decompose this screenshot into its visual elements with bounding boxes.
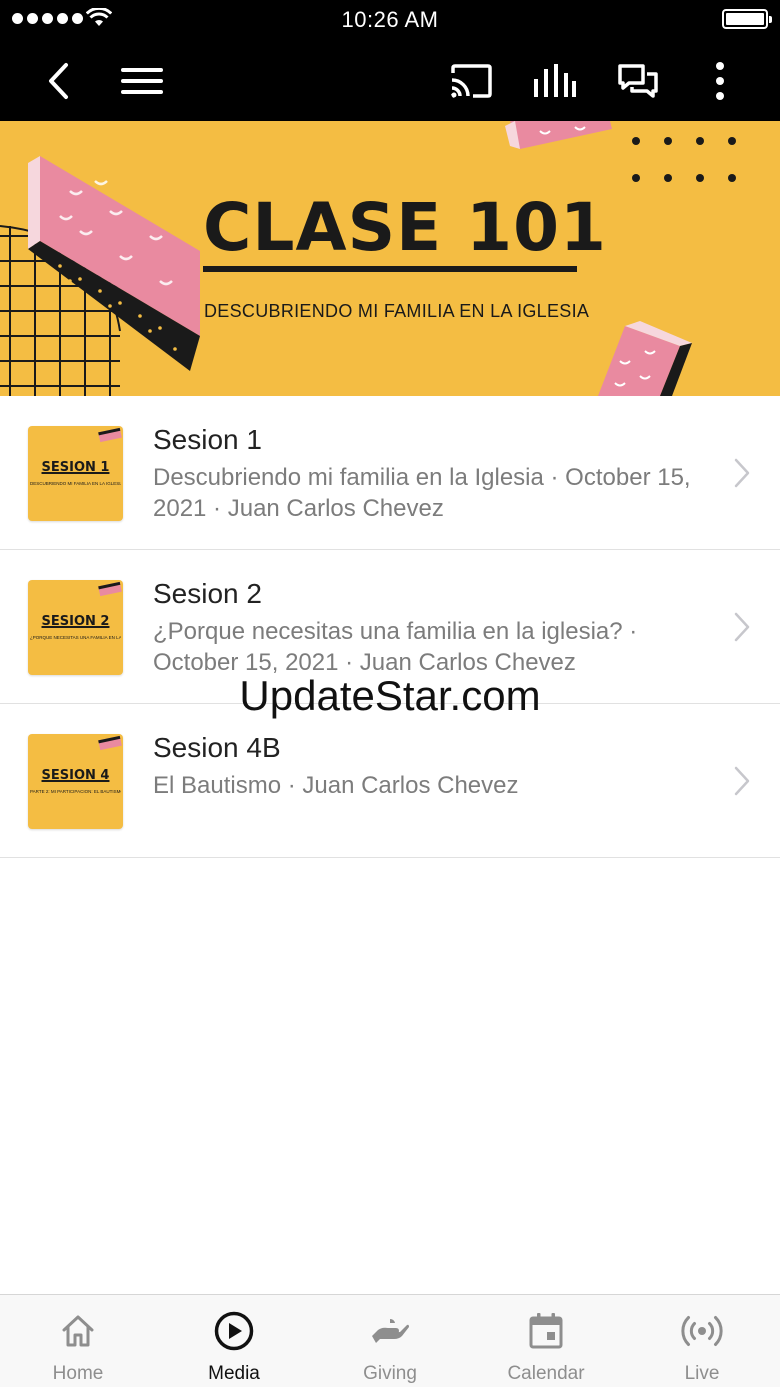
media-thumbnail: SESION 4 PARTE 2: MI PARTICIPACION: EL B… <box>28 734 123 829</box>
back-button[interactable] <box>28 40 88 121</box>
calendar-icon <box>524 1309 568 1353</box>
banner-title-underline <box>203 266 577 272</box>
item-meta: Descubriendo mi familia en la Iglesia · … <box>153 464 691 522</box>
media-thumbnail: SESION 2 ¿PORQUE NECESITAS UNA FAMILIA E… <box>28 580 123 675</box>
series-banner: CLASE 101 DESCUBRIENDO MI FAMILIA EN LA … <box>0 121 780 396</box>
thumbnail-subtitle: ¿PORQUE NECESITAS UNA FAMILIA EN LA IGLE… <box>30 635 121 640</box>
item-title: Sesion 4B <box>153 732 281 763</box>
thumbnail-title: SESION 2 <box>41 614 110 629</box>
menu-button[interactable] <box>112 40 172 121</box>
play-circle-icon <box>212 1309 256 1353</box>
chat-button[interactable] <box>608 40 668 121</box>
tab-bar: Home Media Giving Calendar Live <box>0 1294 780 1387</box>
status-time: 10:26 AM <box>341 7 439 32</box>
item-meta: El Bautismo · Juan Carlos Chevez <box>153 772 519 799</box>
chevron-right-icon <box>734 766 750 796</box>
tab-label: Media <box>208 1363 260 1384</box>
hamburger-icon <box>121 67 163 94</box>
item-title: Sesion 1 <box>153 424 262 455</box>
thumbnail-title: SESION 4 <box>41 768 110 783</box>
chevron-left-icon <box>49 62 68 99</box>
broadcast-icon <box>680 1309 724 1353</box>
chevron-right-icon <box>734 612 750 642</box>
thumbnail-subtitle: PARTE 2: MI PARTICIPACION: EL BAUTISMO <box>30 789 121 794</box>
tab-calendar[interactable]: Calendar <box>468 1295 624 1387</box>
thumbnail-title: SESION 1 <box>41 460 110 475</box>
item-meta: ¿Porque necesitas una familia en la igle… <box>153 618 638 676</box>
status-bar: 10:26 AM <box>0 0 780 40</box>
tab-label: Calendar <box>507 1363 585 1384</box>
battery-icon <box>722 9 772 29</box>
tab-label: Home <box>52 1363 104 1384</box>
audio-button[interactable] <box>524 40 584 121</box>
item-title: Sesion 2 <box>153 578 262 609</box>
home-icon <box>56 1309 100 1353</box>
watermark-text: UpdateStar.com <box>239 672 541 719</box>
equalizer-icon <box>534 63 576 97</box>
more-options-button[interactable] <box>690 40 750 121</box>
list-item[interactable]: SESION 4 PARTE 2: MI PARTICIPACION: EL B… <box>0 704 780 858</box>
navigation-bar <box>0 40 780 121</box>
banner-title: CLASE 101 <box>203 189 607 266</box>
more-vertical-icon <box>716 61 724 100</box>
tab-giving[interactable]: Giving <box>312 1295 468 1387</box>
thumbnail-subtitle: DESCUBRIENDO MI FAMILIA EN LA IGLESIA <box>30 481 121 486</box>
tab-live[interactable]: Live <box>624 1295 780 1387</box>
list-item[interactable]: SESION 1 DESCUBRIENDO MI FAMILIA EN LA I… <box>0 396 780 550</box>
media-thumbnail: SESION 1 DESCUBRIENDO MI FAMILIA EN LA I… <box>28 426 123 521</box>
tab-home[interactable]: Home <box>0 1295 156 1387</box>
cast-button[interactable] <box>441 40 501 121</box>
chevron-right-icon <box>734 458 750 488</box>
cast-icon <box>451 63 492 98</box>
app-screen: 10:26 AM CLASE 101 DESCUBRIENDO MI FAMIL… <box>0 0 780 1387</box>
banner-subtitle: DESCUBRIENDO MI FAMILIA EN LA IGLESIA <box>204 301 590 321</box>
giving-hand-icon <box>368 1309 412 1353</box>
media-list: SESION 1 DESCUBRIENDO MI FAMILIA EN LA I… <box>0 396 780 858</box>
tab-label: Live <box>684 1363 720 1384</box>
chat-bubbles-icon <box>618 63 658 98</box>
tab-media[interactable]: Media <box>156 1295 312 1387</box>
tab-label: Giving <box>363 1363 417 1384</box>
